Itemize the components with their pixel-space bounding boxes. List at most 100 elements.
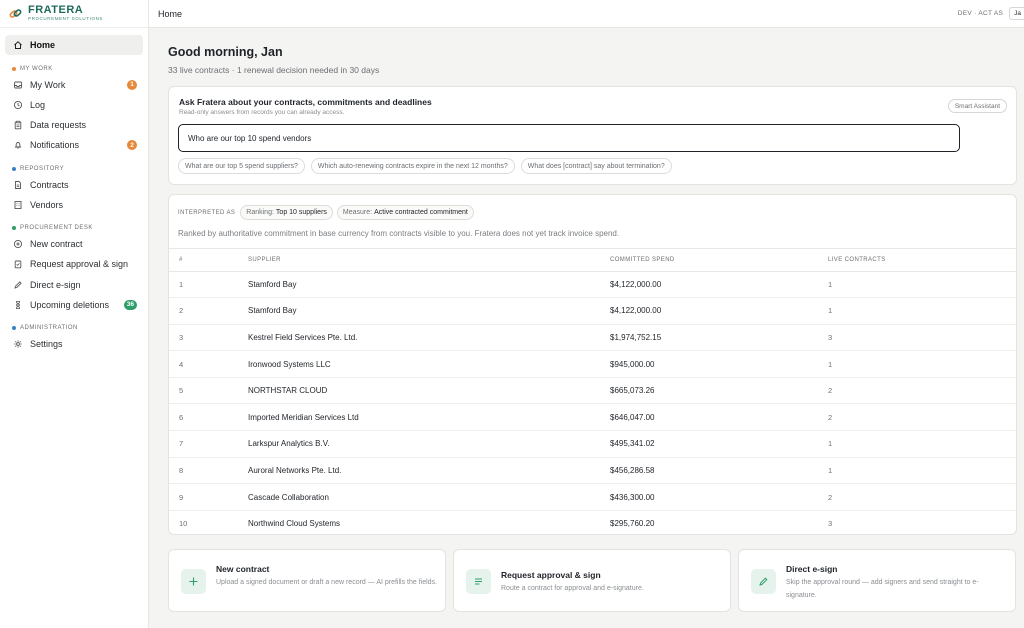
table-row[interactable]: 5 NORTHSTAR CLOUD $665,073.26 2 <box>169 377 1016 405</box>
section-administration: ADMINISTRATION <box>5 324 143 333</box>
table-row[interactable]: 2 Stamford Bay $4,122,000.00 1 <box>169 297 1016 325</box>
sidebar-item-label: New contract <box>30 239 83 250</box>
sidebar-item-home[interactable]: Home <box>5 35 143 55</box>
main-content: Good morning, Jan 33 live contracts · 1 … <box>168 28 1018 612</box>
smart-assistant-button[interactable]: Smart Assistant <box>947 99 1007 113</box>
sidebar-item-log[interactable]: Log <box>5 95 143 115</box>
rank-cell: 3 <box>169 324 248 352</box>
new-contract-card[interactable]: New contract Upload a signed document or… <box>168 549 446 612</box>
spend-cell: $4,122,000.00 <box>610 297 828 325</box>
spend-cell: $495,341.02 <box>610 430 828 458</box>
supplier-cell: Imported Meridian Services Ltd <box>248 403 610 432</box>
results-card: INTERPRETED AS Ranking: Top 10 suppliers… <box>168 194 1017 535</box>
supplier-cell: Kestrel Field Services Pte. Ltd. <box>248 324 610 352</box>
suggestion-chip[interactable]: Which auto-renewing contracts expire in … <box>310 158 515 174</box>
spend-cell: $456,286.58 <box>610 457 828 485</box>
live-contracts-cell: 2 <box>828 377 1016 405</box>
suggestion-chip[interactable]: What does [contract] say about terminati… <box>520 158 672 174</box>
rank-cell: 7 <box>169 430 248 458</box>
ask-subtitle: Read-only answers from records you can a… <box>179 109 345 116</box>
sidebar-item-upcoming-deletions[interactable]: Upcoming deletions 36 <box>5 295 143 315</box>
tag-key: Ranking: <box>246 209 274 216</box>
section-label: ADMINISTRATION <box>20 325 78 332</box>
app-logo[interactable]: FRATERA PROCUREMENT SOLUTIONS <box>0 0 148 28</box>
sidebar-item-request-approval[interactable]: Request approval & sign <box>5 254 143 274</box>
plus-icon <box>181 569 206 594</box>
section-label: REPOSITORY <box>20 165 65 172</box>
environment-label: DEV · ACT AS <box>957 10 1004 17</box>
sidebar-item-vendors[interactable]: Vendors <box>5 195 143 215</box>
sidebar-item-label: Settings <box>30 339 63 350</box>
sidebar-item-contracts[interactable]: Contracts <box>5 175 143 195</box>
interpreted-label: INTERPRETED AS <box>178 209 236 216</box>
sidebar-item-settings[interactable]: Settings <box>5 334 143 354</box>
table-row[interactable]: 8 Auroral Networks Pte. Ltd. $456,286.58… <box>169 457 1016 485</box>
suggestion-chip[interactable]: What are our top 5 spend suppliers? <box>178 158 305 174</box>
live-contracts-cell: 1 <box>828 297 1016 325</box>
sidebar-item-label: Log <box>30 99 46 110</box>
table-row[interactable]: 10 Northwind Cloud Systems $295,760.20 3 <box>169 510 1016 534</box>
rank-cell: 6 <box>169 403 248 432</box>
pen-icon <box>12 279 24 291</box>
supplier-cell: Northwind Cloud Systems <box>248 510 610 534</box>
supplier-cell: Auroral Networks Pte. Ltd. <box>248 457 610 485</box>
column-header-live-contracts: LIVE CONTRACTS <box>828 249 1016 272</box>
interpretation-tag[interactable]: Measure: Active contracted commitment <box>336 205 474 220</box>
table-row[interactable]: 1 Stamford Bay $4,122,000.00 1 <box>169 271 1016 299</box>
rank-cell: 1 <box>169 271 248 299</box>
sidebar-item-data-requests[interactable]: Data requests <box>5 115 143 135</box>
sidebar-item-direct-esign[interactable]: Direct e-sign <box>5 275 143 295</box>
live-contracts-cell: 1 <box>828 457 1016 485</box>
section-dot-icon <box>12 166 16 171</box>
bell-icon <box>12 139 24 151</box>
inbox-icon <box>12 79 24 91</box>
logo-tagline: PROCUREMENT SOLUTIONS <box>28 16 104 22</box>
table-row[interactable]: 4 Ironwood Systems LLC $945,000.00 1 <box>169 350 1016 378</box>
section-dot-icon <box>12 226 16 231</box>
live-contracts-cell: 2 <box>828 483 1016 511</box>
section-dot-icon <box>12 326 16 331</box>
section-repository: REPOSITORY <box>5 164 143 173</box>
supplier-cell: Larkspur Analytics B.V. <box>248 430 610 458</box>
results-table: # SUPPLIER COMMITTED SPEND LIVE CONTRACT… <box>169 249 1016 534</box>
sidebar-item-my-work[interactable]: My Work 1 <box>5 75 143 95</box>
live-contracts-cell: 1 <box>828 430 1016 458</box>
quick-actions: New contract Upload a signed document or… <box>168 549 1018 612</box>
action-description: Upload a signed document or draft a new … <box>216 579 438 586</box>
breadcrumb[interactable]: Home <box>149 9 958 19</box>
sidebar-item-label: Vendors <box>30 199 64 210</box>
act-as-user-select[interactable]: Ja <box>1009 7 1024 20</box>
rank-cell: 9 <box>169 483 248 511</box>
clipboard-check-icon <box>12 258 24 270</box>
interpretation-tag[interactable]: Ranking: Top 10 suppliers <box>240 205 333 220</box>
live-contracts-cell: 1 <box>828 271 1016 299</box>
spend-cell: $295,760.20 <box>610 510 828 534</box>
rank-cell: 8 <box>169 457 248 485</box>
sidebar-item-label: Home <box>30 40 56 50</box>
action-title: New contract <box>216 564 270 574</box>
sidebar-item-notifications[interactable]: Notifications 2 <box>5 135 143 155</box>
sidebar-item-label: My Work <box>30 79 66 90</box>
table-row[interactable]: 9 Cascade Collaboration $436,300.00 2 <box>169 483 1016 511</box>
table-row[interactable]: 3 Kestrel Field Services Pte. Ltd. $1,97… <box>169 324 1016 352</box>
clock-icon <box>12 99 24 111</box>
direct-esign-card[interactable]: Direct e-sign Skip the approval round — … <box>738 549 1016 612</box>
building-icon <box>12 199 24 211</box>
request-approval-card[interactable]: Request approval & sign Route a contract… <box>453 549 731 612</box>
sidebar-item-new-contract[interactable]: New contract <box>5 234 143 254</box>
ask-input[interactable] <box>178 124 960 152</box>
column-header-supplier: SUPPLIER <box>248 249 610 272</box>
table-row[interactable]: 6 Imported Meridian Services Ltd $646,04… <box>169 403 1016 432</box>
table-body: 1 Stamford Bay $4,122,000.00 1 2 Stamfor… <box>169 271 1016 534</box>
tag-key: Measure: <box>342 209 373 216</box>
table-row[interactable]: 7 Larkspur Analytics B.V. $495,341.02 1 <box>169 430 1016 458</box>
column-header-spend: COMMITTED SPEND <box>610 249 828 272</box>
action-description: Skip the approval round — add signers an… <box>786 579 979 599</box>
home-icon <box>12 39 24 51</box>
supplier-cell: Stamford Bay <box>248 271 610 299</box>
pen-icon <box>751 569 776 594</box>
sidebar-item-label: Contracts <box>30 179 69 190</box>
sidebar-item-label: Request approval & sign <box>30 259 129 270</box>
supplier-cell: NORTHSTAR CLOUD <box>248 377 610 405</box>
page-summary: 33 live contracts · 1 renewal decision n… <box>168 65 380 75</box>
